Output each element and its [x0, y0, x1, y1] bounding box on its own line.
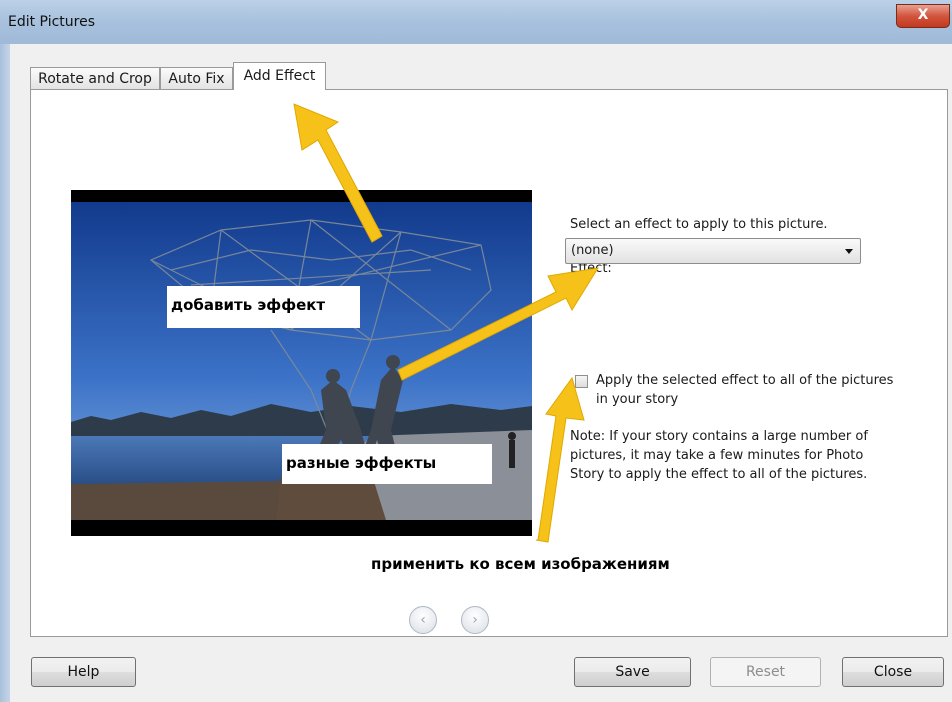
- note-line: pictures, it may take a few minutes for …: [570, 448, 864, 463]
- effect-dropdown[interactable]: (none): [565, 238, 861, 264]
- title-bar: Edit Pictures X: [0, 0, 952, 44]
- instruction-text: Select an effect to apply to this pictur…: [570, 217, 828, 232]
- apply-all-checkbox[interactable]: [575, 375, 588, 388]
- tab-label: Rotate and Crop: [38, 71, 152, 87]
- picture-preview: добавить эффект разные эффекты: [71, 190, 532, 536]
- add-effect-panel: добавить эффект разные эффекты Select an…: [30, 89, 948, 637]
- reset-button[interactable]: Reset: [710, 657, 821, 687]
- tab-label: Auto Fix: [168, 71, 225, 87]
- previous-picture-button[interactable]: ‹: [409, 606, 437, 634]
- note-line: Note: If your story contains a large num…: [570, 429, 868, 444]
- tab-auto-fix[interactable]: Auto Fix: [160, 67, 233, 89]
- save-button[interactable]: Save: [574, 657, 691, 687]
- close-button[interactable]: Close: [842, 657, 944, 687]
- close-icon: X: [917, 7, 929, 23]
- chevron-down-icon: [845, 249, 853, 254]
- tab-add-effect[interactable]: Add Effect: [233, 62, 326, 90]
- tab-rotate-and-crop[interactable]: Rotate and Crop: [30, 67, 160, 89]
- note-line: Story to apply the effect to all of the …: [570, 467, 868, 482]
- chevron-right-icon: ›: [472, 612, 478, 628]
- window-frame: [0, 44, 10, 702]
- apply-all-label-line2: in your story: [596, 392, 679, 407]
- apply-all-label-line1: Apply the selected effect to all of the …: [596, 373, 894, 388]
- window-close-button[interactable]: X: [896, 4, 950, 28]
- chevron-left-icon: ‹: [420, 612, 426, 628]
- effect-selected-value: (none): [571, 243, 614, 258]
- dialog-body: Rotate and Crop Auto Fix Add Effect доба…: [10, 44, 952, 702]
- help-button[interactable]: Help: [31, 657, 136, 687]
- annotation-different-effects: разные эффекты: [282, 444, 492, 484]
- annotation-apply-to-all: применить ко всем изображениям: [371, 555, 670, 573]
- window-title: Edit Pictures: [8, 14, 96, 30]
- sculpture-photo: [71, 190, 532, 536]
- next-picture-button[interactable]: ›: [461, 606, 489, 634]
- annotation-add-effect: добавить эффект: [167, 286, 360, 328]
- note-text: Note: If your story contains a large num…: [570, 427, 890, 484]
- tab-label: Add Effect: [243, 68, 316, 84]
